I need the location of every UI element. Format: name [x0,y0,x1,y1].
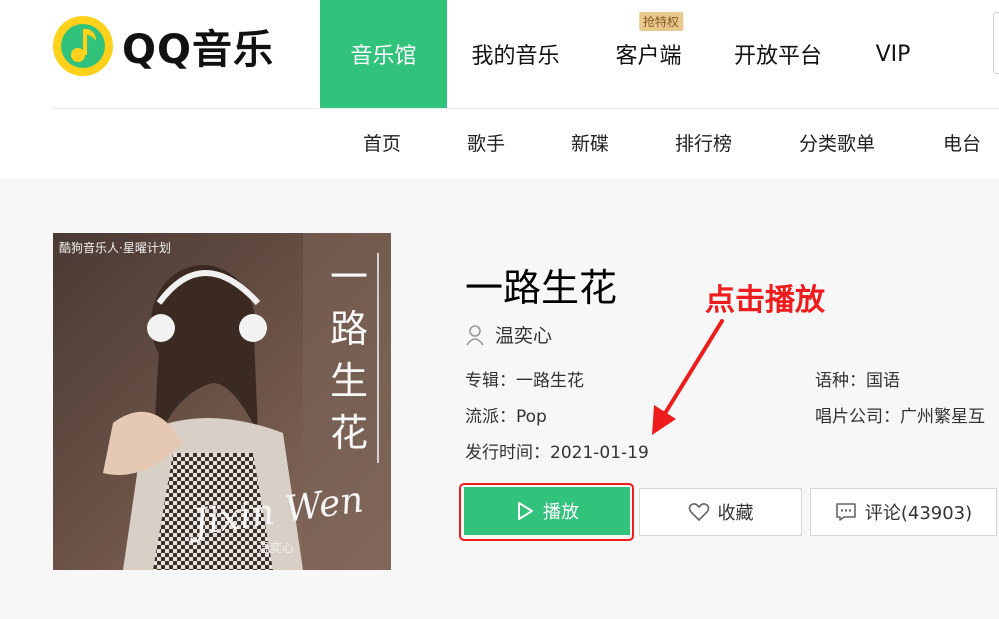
qq-music-logo-icon [53,16,113,76]
album-detail: 酷狗音乐人·星曜计划 一路生花 Jixin Wen 温奕心 一路生花 温奕心 专… [0,179,999,619]
album-cover[interactable]: 酷狗音乐人·星曜计划 一路生花 Jixin Wen 温奕心 [53,233,391,570]
comment-button[interactable]: 评论(43903) [810,488,997,536]
search-input[interactable] [993,12,999,74]
nav-item-client[interactable]: 客户端 抢特权 [584,0,713,108]
nav-item-vip[interactable]: VIP [843,0,943,108]
album-title: 一路生花 [465,266,618,310]
nav-label: 开放平台 [733,44,822,69]
comment-label: 评论(43903) [864,503,973,524]
subnav-item-category-playlist[interactable]: 分类歌单 [799,129,875,156]
logo[interactable]: QQ音乐 [52,15,274,77]
heart-icon [688,503,709,522]
brand-name: QQ音乐 [122,27,275,73]
nav-item-music-hall[interactable]: 音乐馆 [320,0,447,108]
collect-label: 收藏 [717,503,754,524]
release-date-info: 发行时间：2021-01-19 [465,443,649,463]
privilege-badge: 抢特权 [638,12,683,31]
highlight-box [459,483,634,541]
nav-label: 音乐馆 [350,44,417,69]
nav-label: 我的音乐 [471,44,560,69]
comment-icon [836,503,856,521]
genre-info: 流派：Pop [465,407,547,427]
user-icon [466,324,484,345]
company-info: 唱片公司：广州繁星互 [815,407,985,427]
main-nav: 音乐馆 我的音乐 客户端 抢特权 开放平台 VIP [320,0,943,108]
top-header: QQ音乐 音乐馆 我的音乐 客户端 抢特权 开放平台 VIP [0,0,999,108]
nav-item-my-music[interactable]: 我的音乐 [447,0,584,108]
nav-item-open-platform[interactable]: 开放平台 [713,0,843,108]
album-name-info: 专辑：一路生花 [465,371,584,391]
singer-row[interactable]: 温奕心 [465,321,552,348]
nav-label: 客户端 [615,44,682,69]
subnav-item-chart[interactable]: 排行榜 [675,129,732,156]
collect-button[interactable]: 收藏 [639,488,802,536]
cover-top-text: 酷狗音乐人·星曜计划 [59,241,171,255]
subnav-item-new-album[interactable]: 新碟 [571,129,609,156]
language-info: 语种：国语 [815,371,900,391]
nav-label: VIP [875,41,911,67]
subnav-item-singer[interactable]: 歌手 [467,129,505,156]
subnav-item-home[interactable]: 首页 [363,129,401,156]
cover-small-name: 温奕心 [258,541,295,555]
annotation-text: 点击播放 [705,283,825,318]
subnav-item-radio[interactable]: 电台 [943,129,981,156]
sub-nav: 首页 歌手 新碟 排行榜 分类歌单 电台 [0,109,999,179]
cover-vertical-title: 一路生花 [329,255,368,455]
annotation-arrow-icon [652,319,724,435]
singer-name[interactable]: 温奕心 [495,321,552,348]
